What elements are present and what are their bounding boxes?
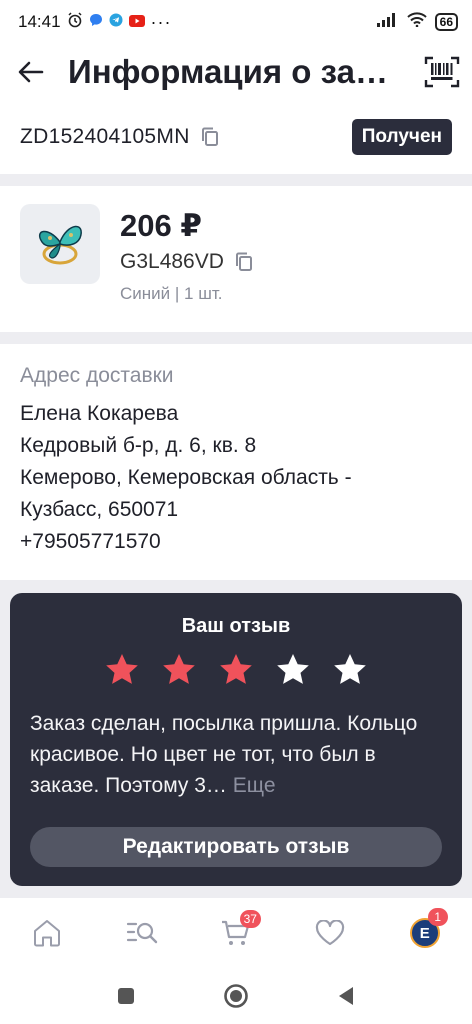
review-body: Заказ сделан, посылка пришла. Кольцо кра…: [30, 712, 418, 797]
address-label: Адрес доставки: [20, 364, 174, 387]
order-info-row: ZD152404105MN Получен: [0, 100, 472, 174]
messenger-icon: [89, 12, 103, 32]
telegram-icon: [109, 12, 123, 32]
review-text: Заказ сделан, посылка пришла. Кольцо кра…: [30, 708, 442, 801]
edit-review-button[interactable]: Редактировать отзыв: [30, 827, 442, 867]
signal-icon: [376, 12, 399, 32]
status-bar: 14:41 ··· 66: [0, 0, 472, 44]
address-region-zip: Кузбасс, 650071: [20, 498, 179, 521]
star-empty-icon[interactable]: [332, 652, 368, 686]
review-card: Ваш отзыв Заказ сделан, посылка пришла. …: [10, 593, 462, 886]
alarm-icon: [67, 11, 83, 33]
youtube-icon: [128, 12, 145, 32]
star-rating: [30, 652, 442, 686]
more-notifications-icon: ···: [150, 11, 172, 32]
recipient-name: Елена Кокарева: [20, 402, 179, 425]
nav-home[interactable]: [22, 908, 72, 958]
review-more-link[interactable]: Еще: [233, 774, 276, 797]
back-button-icon[interactable]: [337, 986, 355, 1006]
product-price: 206 ₽: [120, 208, 202, 243]
app-header: Информация о заказе: [0, 44, 472, 100]
review-title: Ваш отзыв: [181, 615, 291, 637]
status-time: 14:41: [18, 12, 61, 31]
star-filled-icon[interactable]: [161, 652, 197, 686]
order-number: ZD152404105MN: [20, 125, 190, 148]
heart-icon: [315, 920, 345, 946]
nav-catalog[interactable]: [117, 908, 167, 958]
star-filled-icon[interactable]: [104, 652, 140, 686]
recipient-phone: +79505771570: [20, 530, 161, 553]
battery-indicator: 66: [434, 13, 458, 31]
catalog-search-icon: [126, 920, 158, 946]
system-navigation-bar: [0, 968, 472, 1024]
bottom-navigation: 37 E 1: [0, 898, 472, 968]
wifi-icon: [406, 12, 427, 32]
product-image[interactable]: [20, 204, 100, 284]
cart-count-badge: 37: [239, 910, 261, 928]
home-icon: [32, 919, 62, 947]
address-street: Кедровый б-р, д. 6, кв. 8: [20, 434, 257, 457]
page-title: Информация о заказе: [68, 53, 398, 90]
recent-apps-icon[interactable]: [117, 987, 135, 1005]
star-filled-icon[interactable]: [218, 652, 254, 686]
delivery-address-section: Адрес доставки Елена Кокарева Кедровый б…: [0, 344, 472, 580]
product-sku: G3L486VD: [120, 250, 224, 273]
profile-notification-badge: 1: [427, 908, 448, 926]
nav-favorites[interactable]: [305, 908, 355, 958]
nav-cart[interactable]: 37: [211, 908, 261, 958]
product-card[interactable]: 206 ₽ G3L486VD Синий | 1 шт.: [0, 186, 472, 332]
back-arrow-icon[interactable]: [18, 61, 44, 83]
star-empty-icon[interactable]: [275, 652, 311, 686]
barcode-icon[interactable]: [424, 56, 460, 88]
product-variant: Синий | 1 шт.: [120, 284, 223, 303]
nav-profile[interactable]: E 1: [400, 908, 450, 958]
order-status-badge: Получен: [351, 119, 452, 155]
address-city: Кемерово, Кемеровская область -: [20, 466, 352, 489]
home-button-icon[interactable]: [223, 983, 249, 1009]
copy-order-number-icon[interactable]: [200, 126, 220, 148]
copy-sku-icon[interactable]: [234, 251, 254, 273]
